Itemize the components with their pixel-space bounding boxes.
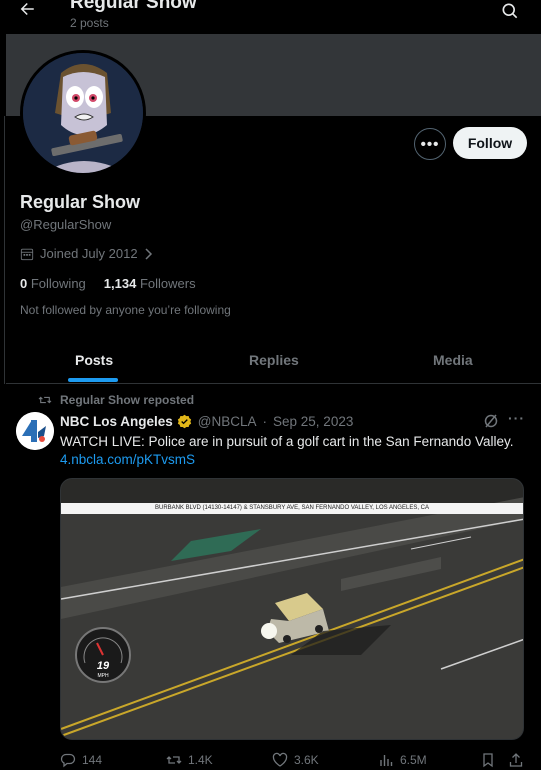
speed-unit: MPH xyxy=(97,673,109,679)
bookmark-icon xyxy=(483,753,493,768)
share-button[interactable] xyxy=(508,752,524,768)
repost-icon xyxy=(38,396,52,404)
post-link[interactable]: 4.nbcla.com/pKTvsmS xyxy=(60,452,195,467)
share-icon xyxy=(509,753,523,767)
post-author-name[interactable]: NBC Los Angeles xyxy=(60,414,173,429)
post-header: NBC Los Angeles @NBCLA · Sep 25, 2023 xyxy=(60,414,353,429)
follow-button[interactable]: Follow xyxy=(453,127,527,159)
repost-count: 1.4K xyxy=(188,753,213,767)
search-icon[interactable] xyxy=(500,1,520,21)
header-post-count: 2 posts xyxy=(70,16,109,30)
repost-indicator[interactable]: Regular Show reposted xyxy=(38,393,194,407)
profile-name: Regular Show xyxy=(20,192,141,212)
post-author-handle[interactable]: @NBCLA xyxy=(198,414,257,429)
chevron-right-icon[interactable] xyxy=(144,247,154,260)
video-player[interactable]: BURBANK BLVD (14130-14147) & STANSBURY A… xyxy=(60,478,524,740)
post-actions: 144 1.4K 3.6K 6.5M xyxy=(60,752,530,770)
reply-button[interactable]: 144 xyxy=(60,752,102,768)
post-author-avatar[interactable] xyxy=(16,412,54,450)
heart-icon xyxy=(272,752,288,767)
video-frame xyxy=(61,479,523,739)
repost-button[interactable]: 1.4K xyxy=(166,752,213,768)
followed-by-note: Not followed by anyone you’re following xyxy=(20,303,231,317)
more-options-button[interactable]: ••• xyxy=(414,128,446,160)
like-button[interactable]: 3.6K xyxy=(272,752,319,768)
following-count: 0 xyxy=(20,276,28,291)
views-icon xyxy=(380,755,393,766)
speed-value: 19 xyxy=(96,660,110,672)
grok-icon[interactable] xyxy=(483,413,499,429)
video-location-caption: BURBANK BLVD (14130-14147) & STANSBURY A… xyxy=(61,503,523,514)
repost-icon xyxy=(166,756,182,764)
repost-text: Regular Show reposted xyxy=(60,393,195,407)
profile-handle: @RegularShow xyxy=(20,217,112,232)
followers-label: Followers xyxy=(139,276,196,291)
header-title: Regular Show xyxy=(70,0,197,13)
tab-replies[interactable]: Replies xyxy=(249,352,299,368)
speedometer-overlay: 19 MPH xyxy=(75,627,131,683)
profile-tabs: Posts Replies Media xyxy=(6,336,541,384)
followers-count: 1,134 xyxy=(103,276,137,291)
post-text: WATCH LIVE: Police are in pursuit of a g… xyxy=(60,434,514,449)
like-count: 3.6K xyxy=(294,753,319,767)
verified-badge-icon xyxy=(177,414,191,429)
joined-date: Joined July 2012 xyxy=(20,246,154,261)
top-bar: Regular Show 2 posts xyxy=(0,0,541,34)
post-date[interactable]: Sep 25, 2023 xyxy=(273,414,353,429)
reply-count: 144 xyxy=(82,753,103,767)
following-label: Following xyxy=(30,276,86,291)
reply-icon xyxy=(60,753,76,768)
bookmark-button[interactable] xyxy=(480,752,496,768)
profile-avatar[interactable] xyxy=(20,50,146,176)
tab-media[interactable]: Media xyxy=(433,352,473,368)
meta-separator: · xyxy=(262,414,268,429)
joined-text: Joined July 2012 xyxy=(40,246,138,261)
column-border xyxy=(4,116,5,384)
calendar-icon xyxy=(20,248,34,260)
post-more-icon[interactable]: ··· xyxy=(508,410,525,426)
followers-link[interactable]: 1,134 Followers xyxy=(104,276,196,291)
view-count: 6.5M xyxy=(400,753,427,767)
follow-stats: 0 Following 1,134 Followers xyxy=(20,276,196,291)
following-link[interactable]: 0 Following xyxy=(20,276,86,291)
tab-posts[interactable]: Posts xyxy=(75,352,113,368)
active-tab-indicator xyxy=(68,378,118,382)
back-arrow-icon[interactable] xyxy=(18,0,42,22)
views-button[interactable]: 6.5M xyxy=(378,752,427,768)
